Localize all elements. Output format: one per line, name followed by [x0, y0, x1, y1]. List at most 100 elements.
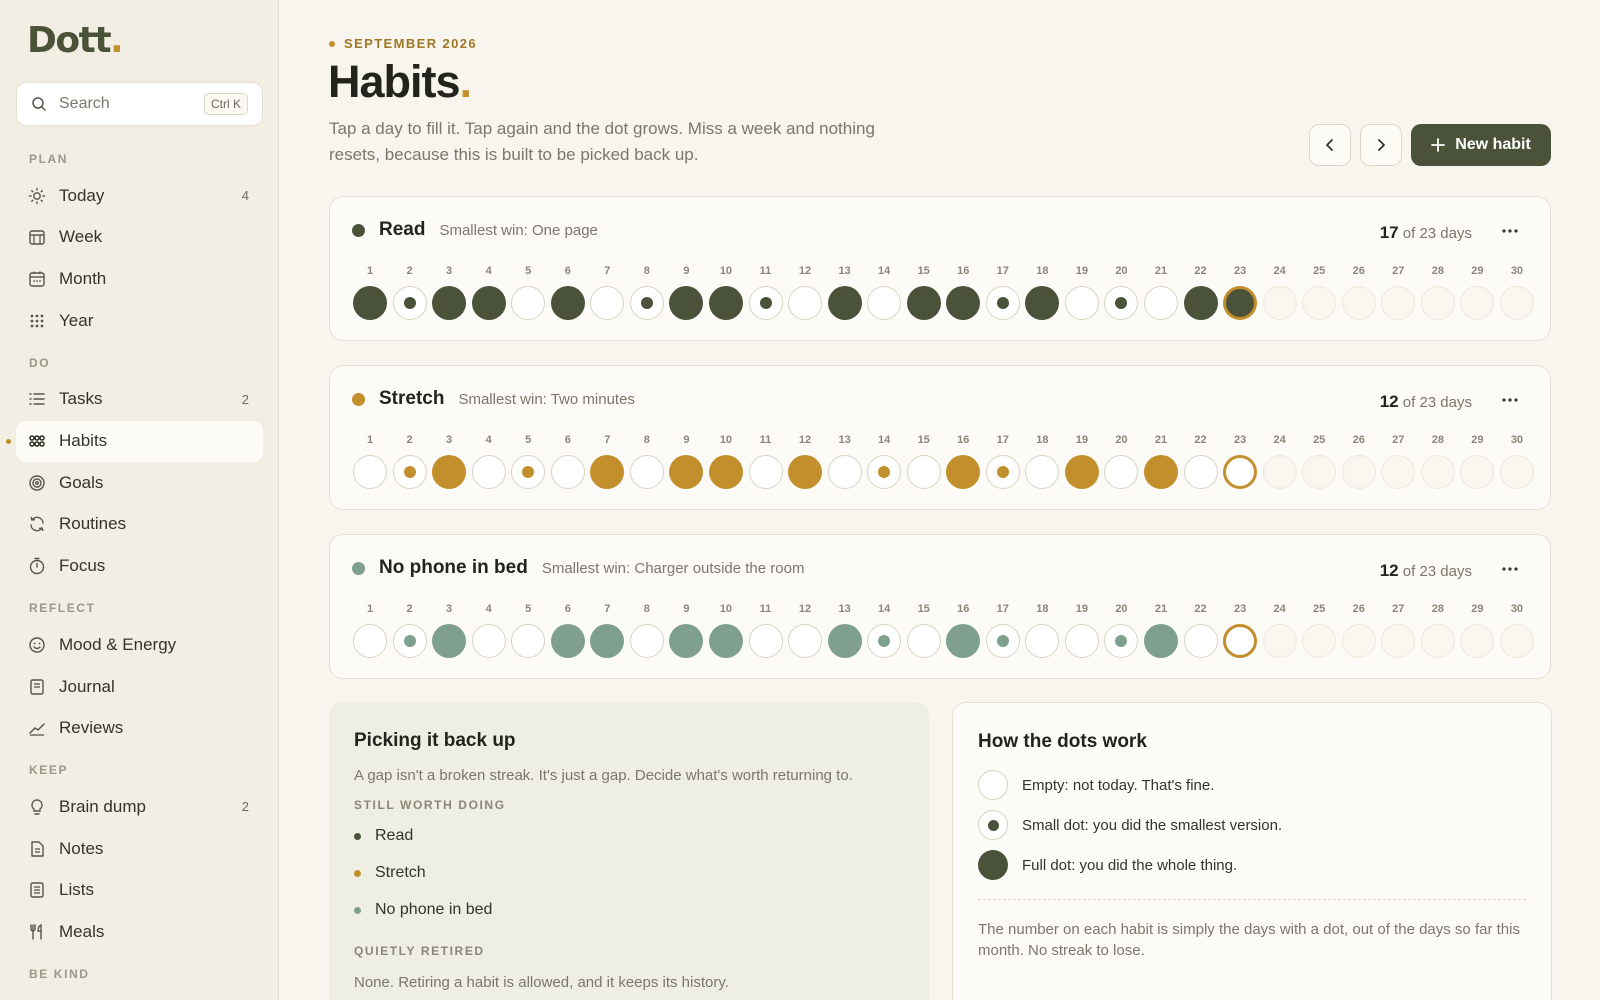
day-cell[interactable]	[1025, 286, 1060, 320]
day-cell[interactable]	[788, 286, 823, 320]
more-options-button[interactable]	[1498, 221, 1522, 241]
habit-name[interactable]: Stretch	[379, 388, 444, 410]
day-cell[interactable]	[432, 624, 467, 658]
day-cell[interactable]	[669, 624, 704, 658]
day-cell[interactable]	[1499, 624, 1534, 658]
day-cell[interactable]	[1064, 286, 1099, 320]
search-input[interactable]: Search Ctrl K	[16, 82, 263, 126]
day-cell[interactable]	[353, 286, 387, 320]
day-cell[interactable]	[1223, 286, 1258, 320]
day-cell[interactable]	[471, 455, 506, 489]
next-month-button[interactable]	[1360, 124, 1402, 166]
day-cell[interactable]	[1381, 624, 1416, 658]
day-cell[interactable]	[669, 455, 704, 489]
day-cell[interactable]	[906, 624, 941, 658]
worth-item[interactable]: Read	[354, 827, 413, 845]
day-cell[interactable]	[1302, 286, 1337, 320]
day-cell[interactable]	[511, 286, 546, 320]
day-cell[interactable]	[1144, 624, 1178, 658]
sidebar-item-week[interactable]: Week	[16, 217, 263, 258]
day-cell[interactable]	[867, 455, 902, 489]
day-cell[interactable]	[629, 455, 664, 489]
day-cell[interactable]	[867, 624, 902, 658]
day-cell[interactable]	[1262, 286, 1297, 320]
day-cell[interactable]	[590, 286, 625, 320]
day-cell[interactable]	[946, 624, 981, 658]
day-cell[interactable]	[629, 286, 664, 320]
sidebar-item-goals[interactable]: Goals	[16, 462, 263, 503]
day-cell[interactable]	[748, 286, 783, 320]
day-cell[interactable]	[1302, 624, 1337, 658]
day-cell[interactable]	[985, 624, 1020, 658]
day-cell[interactable]	[1420, 286, 1455, 320]
more-options-button[interactable]	[1498, 559, 1522, 579]
sidebar-item-restart[interactable]: Restart2	[16, 990, 263, 1000]
day-cell[interactable]	[353, 455, 387, 489]
day-cell[interactable]	[629, 624, 664, 658]
day-cell[interactable]	[1460, 624, 1495, 658]
sidebar-item-today[interactable]: Today 4	[16, 175, 263, 216]
sidebar-item-year[interactable]: Year	[16, 300, 263, 341]
day-cell[interactable]	[1104, 286, 1139, 320]
day-cell[interactable]	[1262, 624, 1297, 658]
sidebar-item-routines[interactable]: Routines	[16, 504, 263, 545]
day-cell[interactable]	[590, 455, 625, 489]
day-cell[interactable]	[1183, 455, 1218, 489]
sidebar-item-month[interactable]: Month	[16, 258, 263, 299]
day-cell[interactable]	[906, 455, 941, 489]
day-cell[interactable]	[432, 455, 467, 489]
day-cell[interactable]	[906, 286, 941, 320]
sidebar-item-notes[interactable]: Notes	[16, 828, 263, 869]
day-cell[interactable]	[1420, 455, 1455, 489]
new-habit-button[interactable]: New habit	[1411, 124, 1551, 166]
day-cell[interactable]	[1460, 455, 1495, 489]
day-cell[interactable]	[1341, 624, 1376, 658]
more-options-button[interactable]	[1498, 390, 1522, 410]
day-cell[interactable]	[788, 624, 823, 658]
day-cell[interactable]	[511, 455, 546, 489]
day-cell[interactable]	[1499, 286, 1534, 320]
day-cell[interactable]	[1183, 624, 1218, 658]
day-cell[interactable]	[1025, 624, 1060, 658]
day-cell[interactable]	[511, 624, 546, 658]
day-cell[interactable]	[827, 624, 862, 658]
day-cell[interactable]	[392, 455, 427, 489]
day-cell[interactable]	[1381, 286, 1416, 320]
day-cell[interactable]	[353, 624, 387, 658]
day-cell[interactable]	[748, 624, 783, 658]
day-cell[interactable]	[708, 624, 743, 658]
sidebar-item-meals[interactable]: Meals	[16, 912, 263, 953]
day-cell[interactable]	[1064, 455, 1099, 489]
prev-month-button[interactable]	[1309, 124, 1351, 166]
worth-item[interactable]: Stretch	[354, 864, 426, 882]
day-cell[interactable]	[471, 286, 506, 320]
day-cell[interactable]	[1183, 286, 1218, 320]
day-cell[interactable]	[1341, 455, 1376, 489]
day-cell[interactable]	[432, 286, 467, 320]
sidebar-item-focus[interactable]: Focus	[16, 546, 263, 587]
day-cell[interactable]	[471, 624, 506, 658]
day-cell[interactable]	[1302, 455, 1337, 489]
day-cell[interactable]	[985, 455, 1020, 489]
sidebar-item-reviews[interactable]: Reviews	[16, 708, 263, 749]
day-cell[interactable]	[985, 286, 1020, 320]
habit-name[interactable]: Read	[379, 219, 425, 241]
day-cell[interactable]	[550, 286, 585, 320]
worth-item[interactable]: No phone in bed	[354, 901, 492, 919]
sidebar-item-lists[interactable]: Lists	[16, 870, 263, 911]
day-cell[interactable]	[1025, 455, 1060, 489]
sidebar-item-tasks[interactable]: Tasks 2	[16, 379, 263, 420]
app-logo[interactable]: Dott.	[27, 20, 124, 61]
day-cell[interactable]	[1341, 286, 1376, 320]
day-cell[interactable]	[392, 286, 427, 320]
day-cell[interactable]	[1262, 455, 1297, 489]
day-cell[interactable]	[1104, 624, 1139, 658]
sidebar-item-journal[interactable]: Journal	[16, 666, 263, 707]
day-cell[interactable]	[1420, 624, 1455, 658]
day-cell[interactable]	[550, 624, 585, 658]
day-cell[interactable]	[1223, 624, 1258, 658]
day-cell[interactable]	[748, 455, 783, 489]
habit-name[interactable]: No phone in bed	[379, 557, 528, 579]
day-cell[interactable]	[1223, 455, 1258, 489]
day-cell[interactable]	[550, 455, 585, 489]
